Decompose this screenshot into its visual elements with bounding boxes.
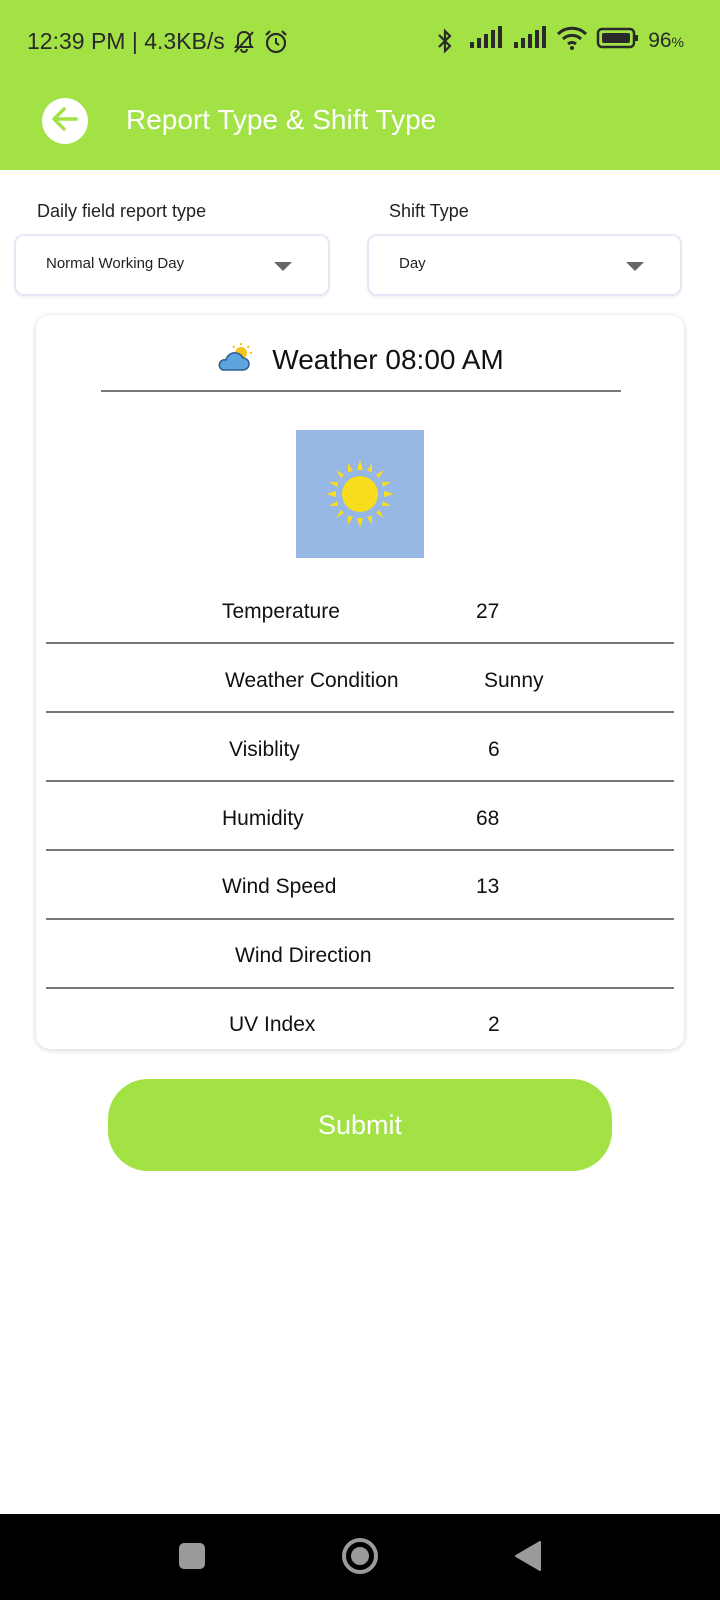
signal-icon bbox=[468, 26, 504, 56]
row-divider bbox=[46, 642, 674, 644]
row-label: Temperature bbox=[222, 600, 340, 623]
triangle-back-icon bbox=[514, 1540, 542, 1577]
weather-image bbox=[296, 430, 424, 558]
status-left: 12:39 PM | 4.3KB/s bbox=[27, 28, 289, 55]
row-label: Weather Condition bbox=[225, 669, 399, 692]
caret-down-icon bbox=[274, 262, 292, 271]
row-value: 68 bbox=[476, 807, 500, 830]
wifi-icon bbox=[556, 26, 588, 56]
page-title: Report Type & Shift Type bbox=[126, 104, 437, 135]
status-right: 96% bbox=[434, 26, 684, 56]
row-weather-condition: Weather Condition Sunny bbox=[46, 651, 674, 720]
square-icon bbox=[178, 1542, 206, 1575]
row-value: 27 bbox=[476, 600, 500, 623]
top-bar: 12:39 PM | 4.3KB/s 96% Report Type & Shi… bbox=[0, 0, 720, 170]
submit-button[interactable]: Submit bbox=[108, 1079, 612, 1171]
row-divider bbox=[46, 987, 674, 989]
navigation-bar bbox=[0, 1514, 720, 1600]
recent-apps-button[interactable] bbox=[172, 1538, 212, 1578]
battery-level: 96% bbox=[648, 29, 684, 52]
shift-type-dropdown[interactable]: Day bbox=[367, 234, 682, 296]
row-divider bbox=[46, 849, 674, 851]
home-button[interactable] bbox=[338, 1536, 382, 1580]
weather-card: Weather 08:00 AM Temperature 27 Weather … bbox=[36, 315, 684, 1049]
row-humidity: Humidity 68 bbox=[46, 789, 674, 858]
home-circle-icon bbox=[340, 1536, 380, 1581]
shift-type-value: Day bbox=[399, 255, 426, 272]
report-type-value: Normal Working Day bbox=[46, 255, 185, 272]
row-label: Wind Direction bbox=[235, 944, 372, 967]
row-wind-speed: Wind Speed 13 bbox=[46, 857, 674, 926]
row-value: 2 bbox=[488, 1013, 500, 1036]
weather-card-title: Weather 08:00 AM bbox=[272, 344, 504, 375]
row-label: Humidity bbox=[222, 807, 304, 830]
bluetooth-icon bbox=[434, 28, 460, 54]
report-type-dropdown[interactable]: Normal Working Day bbox=[14, 234, 330, 296]
row-uv-index: UV Index 2 bbox=[46, 995, 674, 1064]
back-button[interactable] bbox=[42, 98, 88, 144]
row-divider bbox=[46, 711, 674, 713]
caret-down-icon bbox=[626, 262, 644, 271]
row-divider bbox=[46, 780, 674, 782]
row-divider bbox=[46, 918, 674, 920]
status-bar: 12:39 PM | 4.3KB/s 96% bbox=[0, 0, 720, 86]
row-visibility: Visiblity 6 bbox=[46, 720, 674, 789]
row-value: 13 bbox=[476, 875, 500, 898]
battery-icon bbox=[596, 26, 640, 56]
shift-type-label: Shift Type bbox=[389, 201, 469, 221]
weather-card-header: Weather 08:00 AM bbox=[36, 335, 684, 385]
app-bar: Report Type & Shift Type bbox=[0, 86, 720, 170]
arrow-left-icon bbox=[50, 104, 80, 139]
notifications-off-icon bbox=[231, 29, 257, 55]
status-time-speed: 12:39 PM | 4.3KB/s bbox=[27, 28, 225, 54]
row-value: Sunny bbox=[484, 669, 544, 692]
signal-icon-2 bbox=[512, 26, 548, 56]
report-type-label: Daily field report type bbox=[37, 201, 207, 221]
row-temperature: Temperature 27 bbox=[46, 582, 674, 651]
partly-cloudy-icon bbox=[216, 342, 254, 379]
alarm-icon bbox=[263, 29, 289, 55]
header-divider bbox=[101, 390, 621, 392]
row-label: Visiblity bbox=[229, 738, 300, 761]
row-label: Wind Speed bbox=[222, 875, 337, 898]
row-label: UV Index bbox=[229, 1013, 316, 1036]
sun-icon bbox=[320, 454, 400, 539]
row-value: 6 bbox=[488, 738, 500, 761]
row-wind-direction: Wind Direction bbox=[46, 926, 674, 995]
back-nav-button[interactable] bbox=[508, 1538, 548, 1578]
